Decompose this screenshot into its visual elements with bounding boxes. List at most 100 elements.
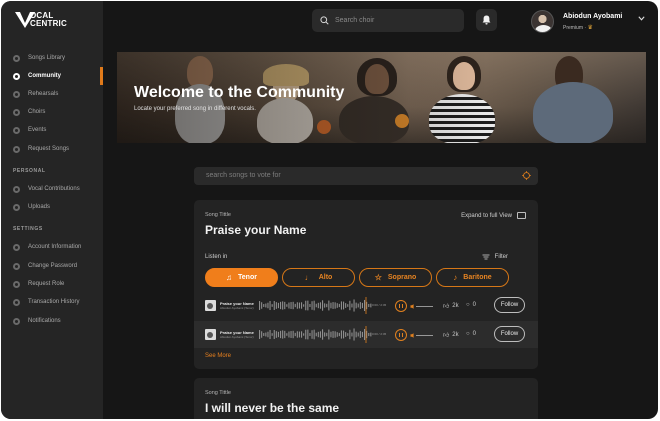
waveform-bar <box>259 330 261 339</box>
waveform-bar <box>298 302 300 309</box>
search-icon <box>320 16 329 25</box>
waveform-bar <box>324 332 326 337</box>
app-window: OCAL CENTRIC Songs Library Community Reh… <box>1 1 658 419</box>
waveform-bar <box>267 331 269 338</box>
waveform-bar <box>319 331 321 338</box>
thumbs-up-icon: 👍︎ <box>443 333 450 339</box>
sidebar-item-choirs[interactable]: Choirs <box>13 106 101 118</box>
star-icon: ☆ <box>374 273 382 282</box>
tab-baritone[interactable]: ♪ Baritone <box>436 268 509 287</box>
waveform-bar <box>315 332 317 337</box>
tab-alto[interactable]: ♩ Alto <box>282 268 355 287</box>
sidebar-item-community[interactable]: Community <box>13 70 101 82</box>
like-count: 2k <box>452 303 459 309</box>
waveform-bar <box>288 302 290 309</box>
waveform-bar <box>307 300 309 311</box>
vote-search-input[interactable]: search songs to vote for <box>194 167 538 185</box>
waveform-bar <box>368 303 370 308</box>
expand-full-view-button[interactable]: Expand to full View <box>461 212 526 219</box>
expand-icon <box>517 212 526 219</box>
follow-button[interactable]: Follow <box>494 326 525 342</box>
pause-button[interactable] <box>395 300 407 312</box>
waveform[interactable] <box>258 296 380 315</box>
community-icon <box>13 72 20 80</box>
waveform-bar <box>355 331 357 338</box>
song-card: Song Tittle I will never be the same <box>194 378 538 419</box>
track-thumbnail <box>205 329 216 340</box>
waveform-bar <box>265 332 267 337</box>
waveform-bar <box>301 331 303 338</box>
sidebar-item-uploads[interactable]: Uploads <box>13 201 101 213</box>
track-time: 0:00 / 2:45 <box>372 332 387 336</box>
user-plan-label: Premium <box>563 25 584 31</box>
section-label-settings: SETTINGS <box>13 226 43 232</box>
crown-icon: ♛ <box>587 25 593 31</box>
sidebar-item-account-information[interactable]: Account Information <box>13 241 101 253</box>
waveform-bar <box>359 331 361 338</box>
comment-button[interactable]: ○ 0 <box>466 331 476 337</box>
role-icon <box>13 280 20 288</box>
waveform-bar <box>277 331 279 338</box>
waveform-bar <box>345 303 347 308</box>
sidebar-item-label: Community <box>28 73 61 79</box>
song-label: Song Tittle <box>205 390 231 396</box>
tab-soprano[interactable]: ☆ Soprano <box>359 268 432 287</box>
sidebar-item-rehearsals[interactable]: Rehearsals <box>13 88 101 100</box>
sidebar-item-label: Vocal Contributions <box>28 186 80 192</box>
avatar[interactable] <box>531 10 554 33</box>
track-row: Praise your Name Abiodun Ayobami (Tenor)… <box>194 321 538 348</box>
volume-slider[interactable] <box>410 333 434 338</box>
sidebar-item-events[interactable]: Events <box>13 124 101 136</box>
tab-tenor[interactable]: ♫ Tenor <box>205 268 278 287</box>
waveform-bar <box>336 332 338 337</box>
search-choir-input[interactable]: Search choir <box>312 9 464 32</box>
chevron-down-icon[interactable] <box>638 16 645 21</box>
track-artist: Abiodun Ayobami (Tenor) <box>220 335 254 339</box>
notification-button[interactable] <box>476 9 497 31</box>
logo[interactable]: OCAL CENTRIC <box>14 11 67 29</box>
user-icon <box>13 243 20 251</box>
logo-line2: CENTRIC <box>30 19 67 28</box>
sidebar-item-songs-library[interactable]: Songs Library <box>13 52 101 64</box>
song-title: I will never be the same <box>205 401 340 415</box>
piano-icon: ♩ <box>304 273 313 282</box>
sidebar-item-request-role[interactable]: Request Role <box>13 278 101 290</box>
waveform-bar <box>301 302 303 309</box>
search-placeholder: Search choir <box>335 17 375 24</box>
waveform[interactable] <box>258 325 380 344</box>
rehearsal-icon <box>13 90 20 98</box>
waveform-bar <box>359 302 361 309</box>
pause-button[interactable] <box>395 329 407 341</box>
waveform-bar <box>305 300 307 311</box>
waveform-bar <box>343 301 345 310</box>
sidebar-item-request-songs[interactable]: Request Songs <box>13 143 101 155</box>
waveform-bar <box>309 304 311 307</box>
comment-count: 0 <box>472 302 476 308</box>
sidebar-item-label: Request Role <box>28 281 65 287</box>
waveform-bar <box>282 301 284 310</box>
waveform-bar <box>286 304 288 307</box>
waveform-bar <box>317 302 319 309</box>
lock-icon <box>13 262 20 270</box>
follow-button[interactable]: Follow <box>494 297 525 313</box>
filter-button[interactable]: Filter <box>482 254 508 260</box>
waveform-bar <box>353 328 355 341</box>
waveform-bar <box>330 331 332 338</box>
see-more-link[interactable]: See More <box>205 353 231 359</box>
like-button[interactable]: 👍︎ 2k <box>443 331 459 339</box>
tab-label: Baritone <box>463 274 492 281</box>
sidebar-item-vocal-contributions[interactable]: Vocal Contributions <box>13 183 101 195</box>
sidebar-item-transaction-history[interactable]: Transaction History <box>13 296 101 308</box>
volume-slider[interactable] <box>410 304 434 309</box>
like-button[interactable]: 👍︎ 2k <box>443 302 459 310</box>
waveform-bar <box>298 331 300 338</box>
sidebar-item-label: Events <box>28 127 47 133</box>
comment-button[interactable]: ○ 0 <box>466 302 476 308</box>
sidebar-item-change-password[interactable]: Change Password <box>13 260 101 272</box>
waveform-bar <box>292 330 294 339</box>
waveform-bar <box>265 303 267 308</box>
sidebar-item-notifications[interactable]: Notifications <box>13 315 101 327</box>
waveform-bar <box>280 301 282 310</box>
track-artist: Abiodun Ayobami (Tenor) <box>220 306 254 310</box>
comment-count: 0 <box>472 331 476 337</box>
